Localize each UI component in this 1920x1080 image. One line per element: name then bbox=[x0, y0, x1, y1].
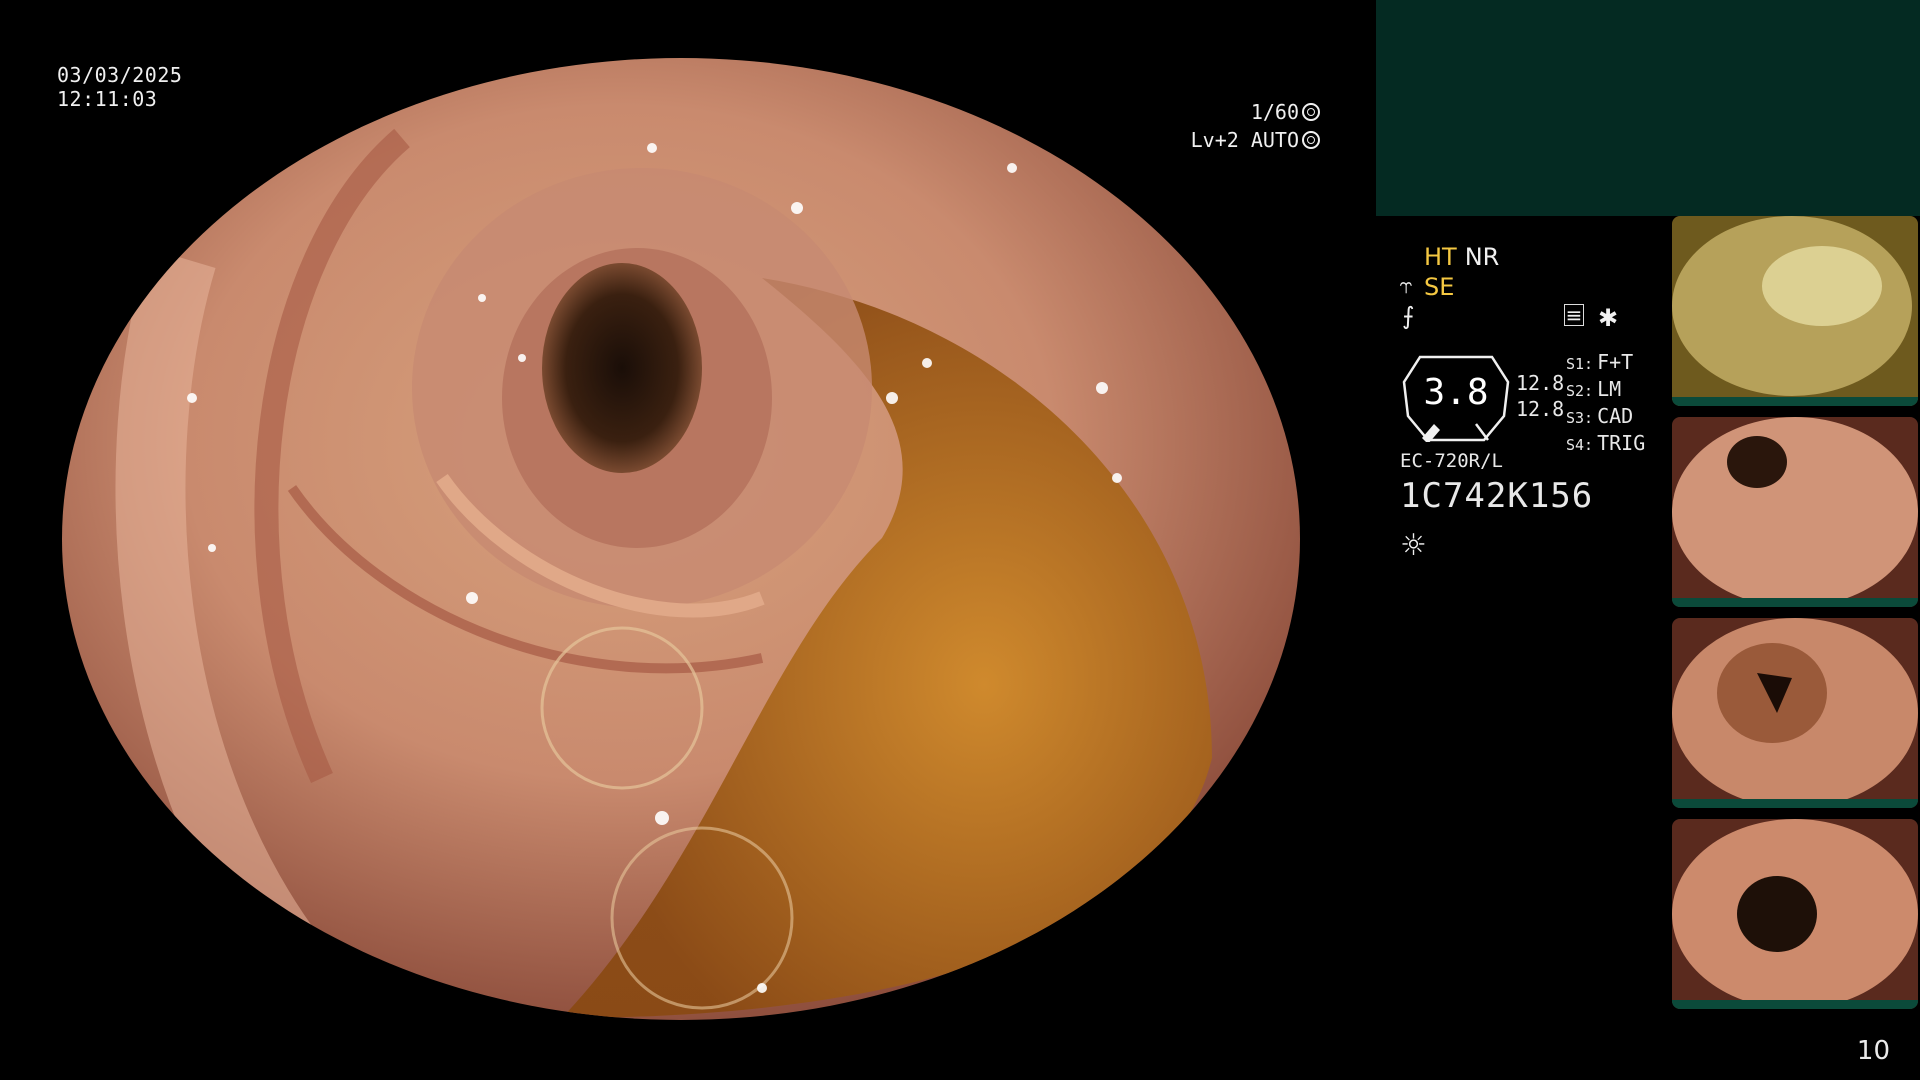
mode-indicators: HT NR SE bbox=[1424, 242, 1499, 302]
scope-model: EC-720R/L bbox=[1400, 450, 1503, 472]
scope-tip-icon: ⥾ bbox=[1400, 274, 1413, 299]
camera-settings: 1/60 Lv+2 AUTO bbox=[1191, 98, 1320, 154]
se-mode: SE bbox=[1424, 273, 1455, 301]
auto-iris-icon bbox=[1302, 131, 1320, 149]
freeze-icon: ⨍ bbox=[1402, 302, 1415, 330]
thumbnail-bar bbox=[1672, 397, 1918, 406]
slot-key: S4: bbox=[1566, 436, 1594, 454]
thumbnail-1[interactable] bbox=[1672, 216, 1918, 406]
thumbnail-2[interactable] bbox=[1672, 417, 1918, 607]
switch-assignments: S1: F+T S2: LM S3: CAD S4: TRIG bbox=[1566, 350, 1645, 458]
slot-value: TRIG bbox=[1597, 431, 1646, 455]
light-icon: ☼ bbox=[1400, 528, 1427, 563]
page-number: 10 bbox=[1856, 1036, 1890, 1066]
timestamp: 03/03/2025 12:11:03 bbox=[57, 63, 182, 111]
slot-value: LM bbox=[1597, 377, 1622, 401]
slot-key: S2: bbox=[1566, 382, 1594, 400]
status-panel bbox=[1376, 0, 1920, 216]
ht-mode: HT bbox=[1424, 243, 1457, 271]
thumbnail-3[interactable] bbox=[1672, 618, 1918, 808]
thumbnail-bar bbox=[1672, 598, 1918, 607]
slot-key: S1: bbox=[1566, 355, 1594, 373]
asterisk-icon: ✱ bbox=[1598, 304, 1619, 332]
endoscopic-view bbox=[62, 58, 1300, 1020]
level-text: Lv+2 AUTO bbox=[1190, 128, 1299, 152]
thumbnail-4[interactable] bbox=[1672, 819, 1918, 1009]
slot-key: S3: bbox=[1566, 409, 1594, 427]
capture-thumbnails bbox=[1672, 216, 1918, 1020]
slot-value: CAD bbox=[1597, 404, 1634, 428]
gauge-top-number: 12.8 bbox=[1516, 371, 1565, 395]
date-text: 03/03/2025 bbox=[57, 63, 183, 87]
time-text: 12:11:03 bbox=[57, 87, 158, 111]
scope-serial: 1C742K156 bbox=[1400, 476, 1594, 516]
gauge-bottom-number: 12.8 bbox=[1516, 397, 1565, 421]
slot-value: F+T bbox=[1597, 350, 1634, 374]
thumbnail-bar bbox=[1672, 799, 1918, 808]
thumbnail-bar bbox=[1672, 1000, 1918, 1009]
gauge-numbers: 12.8 12.8 bbox=[1516, 370, 1564, 422]
shutter-text: 1/60 bbox=[1250, 100, 1299, 124]
zoom-value: 3.8 bbox=[1423, 372, 1489, 413]
shutter-icon bbox=[1302, 103, 1320, 121]
nr-mode: NR bbox=[1464, 243, 1500, 271]
record-icon: ≡ bbox=[1564, 303, 1584, 327]
